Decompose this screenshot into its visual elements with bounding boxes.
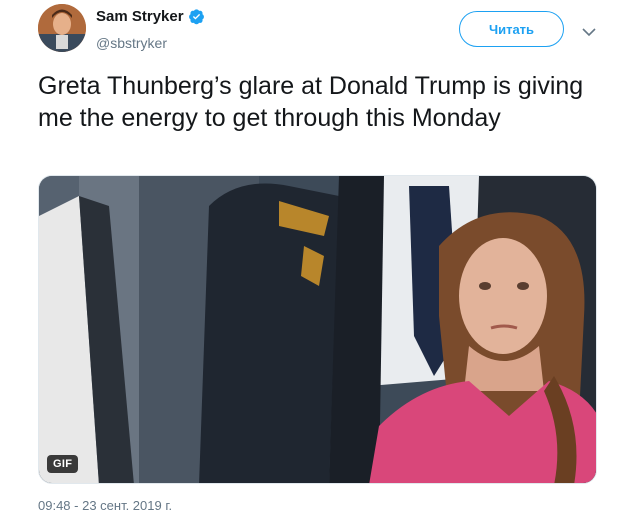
tweet-text: Greta Thunberg’s glare at Donald Trump i… (38, 72, 584, 132)
tweet-media-gif[interactable]: GIF (38, 175, 597, 484)
tweet-timestamp[interactable]: 09:48 - 23 сент. 2019 г. (38, 498, 172, 513)
tweet-card: Sam Stryker @sbstryker Читать Greta Thun… (0, 0, 635, 520)
avatar[interactable] (38, 4, 86, 52)
follow-button[interactable]: Читать (459, 11, 564, 47)
verified-badge-icon (188, 8, 205, 25)
gif-badge: GIF (47, 455, 79, 473)
author-name-row: Sam Stryker (96, 8, 205, 25)
author-display-name[interactable]: Sam Stryker (96, 8, 184, 25)
chevron-down-icon[interactable] (582, 24, 596, 37)
author-handle[interactable]: @sbstryker (96, 35, 167, 51)
